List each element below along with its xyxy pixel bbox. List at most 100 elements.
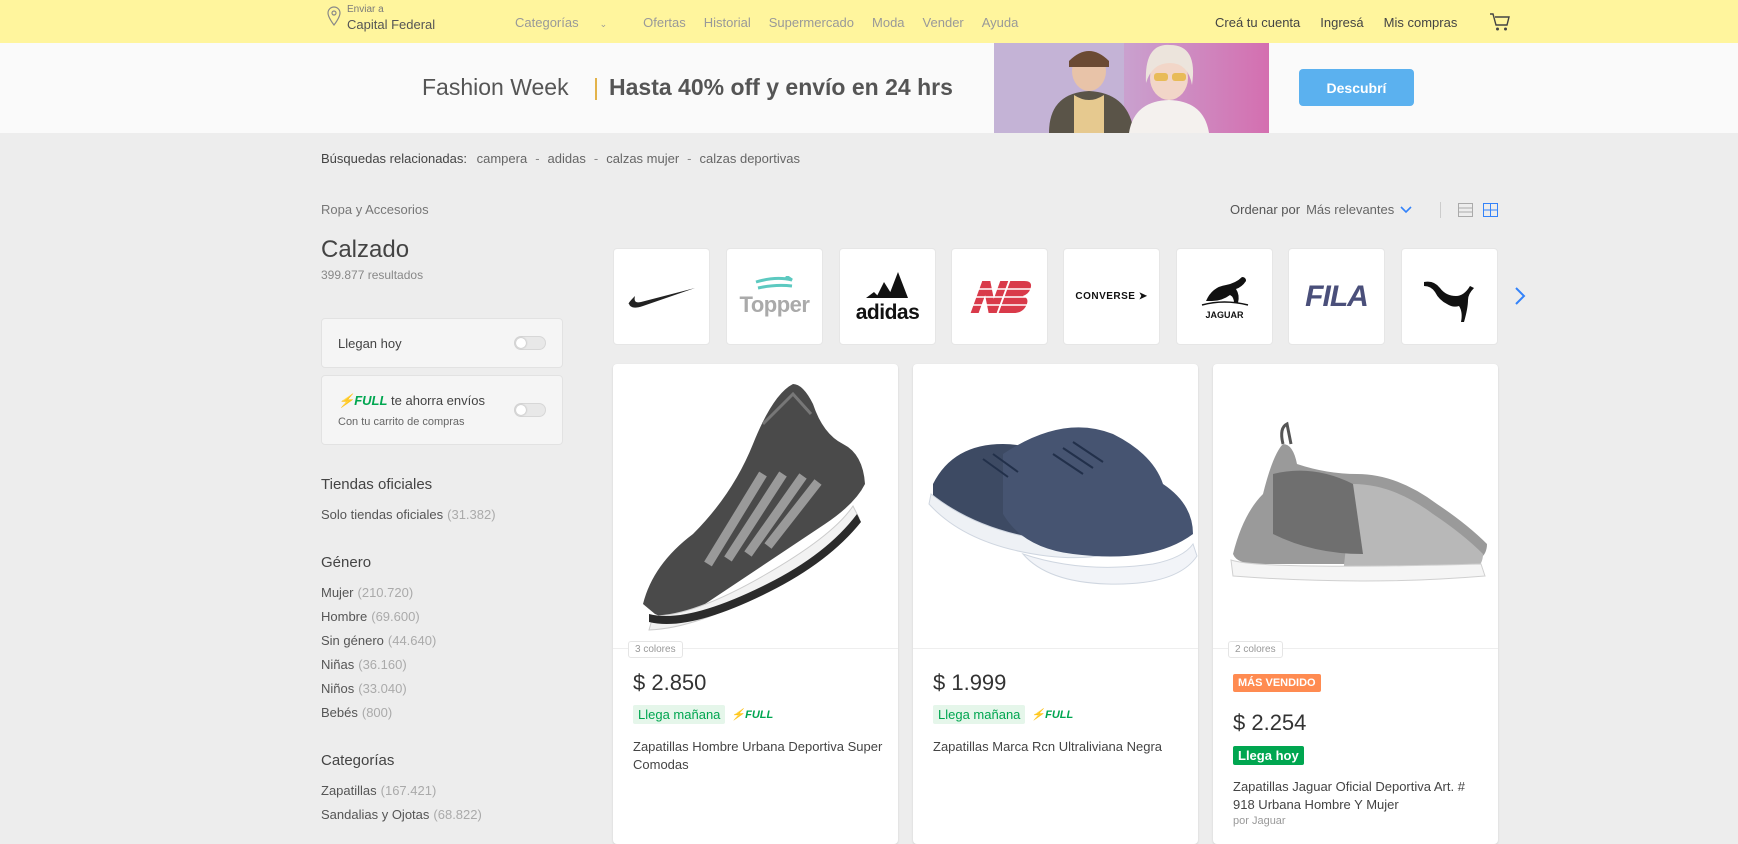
item-label: Hombre: [321, 609, 368, 624]
deliver-label: Enviar a: [347, 4, 384, 15]
full-text: te ahorra envíos: [391, 393, 485, 408]
gender-item[interactable]: Niñas (36.160): [321, 657, 407, 672]
login-link[interactable]: Ingresá: [1320, 15, 1363, 30]
item-label: Niños: [321, 681, 355, 696]
product-title[interactable]: Zapatillas Marca Rcn Ultraliviana Negra: [933, 738, 1183, 756]
product-image[interactable]: [1213, 364, 1498, 649]
nav-offers[interactable]: Ofertas: [643, 15, 686, 30]
item-label: Niñas: [321, 657, 355, 672]
adidas-logo: adidas: [856, 268, 920, 325]
nav-categories[interactable]: Categorías ⌄: [515, 15, 625, 30]
full-toggle[interactable]: [514, 403, 546, 417]
sort-control[interactable]: Ordenar por Más relevantes: [1230, 202, 1412, 217]
results-count: 399.877 resultados: [321, 268, 424, 282]
product-image[interactable]: [613, 364, 898, 649]
brand-topper[interactable]: Topper: [726, 248, 823, 345]
create-account-link[interactable]: Creá tu cuenta: [1215, 15, 1300, 30]
seller-label[interactable]: por Jaguar: [1233, 815, 1286, 827]
gender-item[interactable]: Hombre (69.600): [321, 609, 420, 624]
top-header: Enviar a Capital Federal Categorías ⌄ Ofe…: [0, 0, 1738, 43]
brand-puma[interactable]: [1401, 248, 1498, 345]
product-price: $ 1.999: [933, 670, 1007, 695]
item-count: (36.160): [358, 657, 407, 672]
adidas-wordmark: adidas: [855, 301, 920, 324]
jaguar-wordmark: JAGUAR: [1205, 310, 1244, 320]
new-balance-logo-icon: [964, 280, 1035, 313]
sort-value: Más relevantes: [1306, 202, 1395, 217]
sort-label: Ordenar por: [1230, 202, 1301, 217]
cart-icon[interactable]: [1489, 12, 1511, 32]
category-item[interactable]: Sandalias y Ojotas (68.822): [321, 807, 482, 822]
related-separator: -: [687, 151, 692, 166]
category-item[interactable]: Zapatillas (167.421): [321, 783, 436, 798]
item-label: Zapatillas: [321, 783, 377, 798]
grid-view-icon[interactable]: [1483, 203, 1498, 217]
topper-wordmark: Topper: [739, 291, 810, 317]
related-term[interactable]: adidas: [548, 151, 586, 166]
gender-item[interactable]: Mujer (210.720): [321, 585, 413, 600]
filter-full-sub: Con tu carrito de compras: [338, 416, 465, 428]
jaguar-cat-icon: [1201, 277, 1248, 306]
discover-button[interactable]: Descubrí: [1299, 69, 1414, 106]
brand-nike[interactable]: [613, 248, 710, 345]
main-nav: Categorías ⌄ Ofertas Historial Supermerca…: [515, 15, 1036, 30]
brand-jaguar[interactable]: JAGUAR: [1176, 248, 1273, 345]
related-term[interactable]: calzas deportivas: [700, 151, 800, 166]
related-searches: Búsquedas relacionadas: campera - adidas - c…: [321, 151, 800, 166]
product-price: $ 2.850: [633, 670, 707, 695]
full-brand: FULL: [745, 709, 774, 721]
gender-item[interactable]: Niños (33.040): [321, 681, 407, 696]
item-label: Solo tiendas oficiales: [321, 507, 444, 522]
item-count: (33.040): [358, 681, 407, 696]
converse-wordmark: CONVERSE: [1075, 291, 1136, 302]
product-title[interactable]: Zapatillas Jaguar Oficial Deportiva Art.…: [1233, 778, 1483, 814]
brand-adidas[interactable]: adidas: [839, 248, 936, 345]
lightning-icon: ⚡: [338, 393, 355, 408]
nav-sell[interactable]: Vender: [923, 15, 964, 30]
related-term[interactable]: campera: [477, 151, 528, 166]
breadcrumb[interactable]: Ropa y Accesorios: [321, 202, 429, 217]
product-card[interactable]: 2 colores MÁS VENDIDO $ 2.254 Llega hoy …: [1213, 364, 1498, 844]
my-purchases-link[interactable]: Mis compras: [1384, 15, 1458, 30]
official-stores-link[interactable]: Solo tiendas oficiales (31.382): [321, 507, 496, 522]
nav-help[interactable]: Ayuda: [982, 15, 1019, 30]
item-count: (69.600): [371, 609, 420, 624]
nav-fashion[interactable]: Moda: [872, 15, 905, 30]
related-term[interactable]: calzas mujer: [606, 151, 679, 166]
product-card[interactable]: 3 colores $ 2.850 Llega mañana ⚡FULL Zap…: [613, 364, 898, 844]
brand-new-balance[interactable]: [951, 248, 1048, 345]
adidas-stripes-icon: [865, 272, 908, 298]
gender-item[interactable]: Bebés (800): [321, 705, 392, 720]
related-label: Búsquedas relacionadas:: [321, 151, 467, 166]
best-seller-badge: MÁS VENDIDO: [1233, 674, 1321, 692]
filter-full-shipping[interactable]: ⚡FULL te ahorra envíos Con tu carrito de…: [321, 375, 563, 445]
banner-divider: [595, 78, 597, 100]
nav-supermarket[interactable]: Supermercado: [769, 15, 854, 30]
related-separator: -: [593, 151, 599, 166]
delivery-location[interactable]: Enviar a Capital Federal: [327, 3, 435, 31]
user-nav: Creá tu cuenta Ingresá Mis compras: [1215, 15, 1477, 30]
full-brand: FULL: [1045, 709, 1074, 721]
product-title[interactable]: Zapatillas Hombre Urbana Deportiva Super…: [633, 738, 883, 774]
item-count: (800): [361, 705, 393, 720]
arrive-today-toggle[interactable]: [514, 336, 546, 350]
nav-history[interactable]: Historial: [704, 15, 751, 30]
promo-banner[interactable]: Fashion Week Hasta 40% off y envío en 24…: [0, 43, 1738, 133]
chevron-right-icon[interactable]: [1514, 286, 1526, 306]
gender-item[interactable]: Sin género (44.640): [321, 633, 436, 648]
product-image[interactable]: [913, 364, 1198, 649]
product-card[interactable]: $ 1.999 Llega mañana ⚡FULL Zapatillas Ma…: [913, 364, 1198, 844]
brand-fila[interactable]: FILA: [1288, 248, 1385, 345]
official-stores-heading: Tiendas oficiales: [321, 476, 433, 493]
categories-heading: Categorías: [321, 752, 395, 769]
puma-cat-icon: [1423, 281, 1474, 322]
shipping-info: Llega mañana ⚡FULL: [933, 705, 1073, 724]
brand-converse[interactable]: CONVERSE ➤: [1063, 248, 1160, 345]
converse-logo: CONVERSE ➤: [1075, 291, 1147, 302]
list-view-icon[interactable]: [1458, 203, 1473, 217]
banner-offer: Hasta 40% off y envío en 24 hrs: [609, 74, 953, 100]
full-logo: ⚡FULL: [338, 393, 387, 408]
gender-heading: Género: [321, 554, 372, 571]
filter-arrive-today[interactable]: Llegan hoy: [321, 318, 563, 368]
nike-logo-icon: [628, 287, 695, 308]
